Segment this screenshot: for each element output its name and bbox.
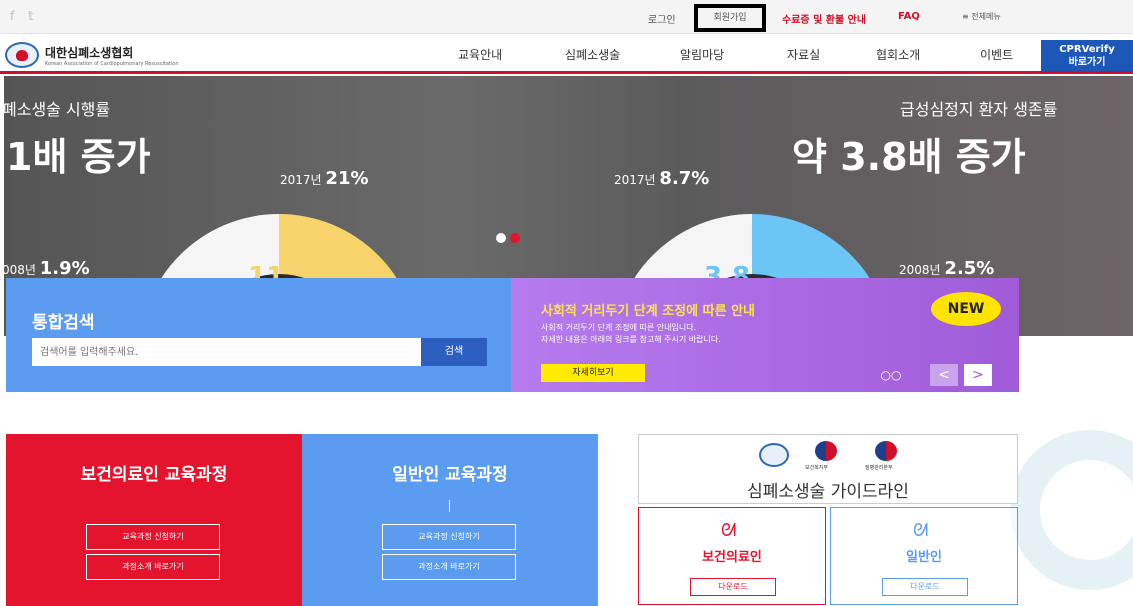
person-icon: ᘛ xyxy=(913,520,929,541)
notice-more-button[interactable]: 자세히보기 xyxy=(541,364,645,382)
logo-english: Korean Association of Cardiopulmonary Re… xyxy=(45,60,179,67)
twitter-icon[interactable]: 𝕥 xyxy=(28,9,34,23)
pro-course-card: 보건의료인 교육과정 교육과정 신청하기 과정소개 바로가기 xyxy=(6,434,302,606)
taeguk-icon xyxy=(815,441,837,461)
notice-dots[interactable]: ○○ xyxy=(877,364,905,386)
notice-line-1: 사회적 거리두기 단계 조정에 따른 안내입니다. xyxy=(541,323,697,332)
general-intro-button[interactable]: 과정소개 바로가기 xyxy=(382,554,516,580)
hero-right-big: 약 3.8배 증가 xyxy=(792,135,1026,179)
hero-left-2008: 008년 1.9% xyxy=(4,258,90,279)
kcdc-label: 질병관리본부 xyxy=(865,465,893,471)
medical-person-icon: ᘛ xyxy=(721,520,737,541)
ministry-label: 보건복지부 xyxy=(805,465,829,471)
next-arrow-icon[interactable]: > xyxy=(964,364,992,386)
hero-right-2017: 2017년 8.7% xyxy=(614,168,710,189)
logo-korean: 대한심폐소생협회 xyxy=(45,45,134,60)
cprverify-button[interactable]: CPRVerify 바로가기 xyxy=(1041,40,1133,71)
pro-guideline: ᘛ 보건의료인 다운로드 xyxy=(638,507,826,605)
cprverify-sublabel: 바로가기 xyxy=(1068,57,1106,68)
guideline-title: 심폐소생술 가이드라인 xyxy=(747,482,909,502)
general-course-card: 일반인 교육과정 교육과정 신청하기 과정소개 바로가기 xyxy=(302,434,598,606)
hero-right-2008: 2008년 2.5% xyxy=(899,258,995,279)
new-badge: NEW xyxy=(931,292,1001,326)
nav-item-cpr[interactable]: 심폐소생술 xyxy=(565,46,620,63)
top-utility-bar: f 𝕥 로그인 회원가입 수료증 및 환불 안내 FAQ ≡ 전체메뉴 xyxy=(0,0,1133,34)
prev-arrow-icon[interactable]: < xyxy=(930,364,958,386)
taeguk-icon xyxy=(875,441,897,461)
pro-course-title: 보건의료인 교육과정 xyxy=(80,465,228,485)
divider xyxy=(449,500,450,512)
search-title: 통합검색 xyxy=(32,313,95,333)
pro-intro-button[interactable]: 과정소개 바로가기 xyxy=(86,554,220,580)
login-link[interactable]: 로그인 xyxy=(648,11,676,26)
general-download-button[interactable]: 다운로드 xyxy=(882,578,968,596)
nav-item-about[interactable]: 협회소개 xyxy=(876,46,920,63)
pro-guideline-label: 보건의료인 xyxy=(702,550,762,565)
pro-apply-button[interactable]: 교육과정 신청하기 xyxy=(86,524,220,550)
cprverify-label: CPRVerify xyxy=(1059,44,1115,55)
decorative-circle xyxy=(1010,430,1133,590)
hero-left-big: 1배 증가 xyxy=(6,135,151,179)
all-menu-link[interactable]: ≡ 전체메뉴 xyxy=(962,11,1001,22)
search-input[interactable] xyxy=(32,338,421,366)
faq-link[interactable]: FAQ xyxy=(898,11,920,22)
sns-links: f 𝕥 xyxy=(10,9,44,23)
notice-line-2: 자세한 내용은 아래의 링크를 참고해 주시기 바랍니다. xyxy=(541,335,721,344)
site-logo[interactable]: 대한심폐소생협회 Korean Association of Cardiopul… xyxy=(5,42,179,68)
general-guideline-label: 일반인 xyxy=(906,550,942,565)
hero-pagination[interactable] xyxy=(496,228,524,247)
notice-banner: 사회적 거리두기 단계 조정에 따른 안내 사회적 거리두기 단계 조정에 따른… xyxy=(511,278,1019,392)
hero-dot-1[interactable] xyxy=(496,233,506,243)
main-nav: 대한심폐소생협회 Korean Association of Cardiopul… xyxy=(0,34,1133,74)
nav-item-resources[interactable]: 자료실 xyxy=(787,46,820,63)
notice-title: 사회적 거리두기 단계 조정에 따른 안내 xyxy=(541,304,755,319)
general-guideline: ᘛ 일반인 다운로드 xyxy=(830,507,1018,605)
hero-left-2017: 2017년 21% xyxy=(280,168,369,189)
nav-item-event[interactable]: 이벤트 xyxy=(980,46,1013,63)
general-course-title: 일반인 교육과정 xyxy=(392,465,508,485)
facebook-icon[interactable]: f xyxy=(10,9,14,23)
certificate-link[interactable]: 수료증 및 환불 안내 xyxy=(782,11,866,26)
general-apply-button[interactable]: 교육과정 신청하기 xyxy=(382,524,516,550)
association-logo-icon xyxy=(759,443,789,467)
heart-logo-icon xyxy=(5,42,39,68)
search-button[interactable]: 검색 xyxy=(421,338,487,366)
hero-right-title: 급성심정지 환자 생존률 xyxy=(900,100,1058,119)
pro-download-button[interactable]: 다운로드 xyxy=(690,578,776,596)
integrated-search: 통합검색 검색 xyxy=(6,278,511,392)
guideline-box: 보건복지부 질병관리본부 심폐소생술 가이드라인 xyxy=(638,434,1018,504)
hero-dot-2[interactable] xyxy=(510,233,520,243)
join-link[interactable]: 회원가입 xyxy=(694,4,766,32)
hero-left-title: 폐소생술 시행률 xyxy=(4,100,111,119)
nav-item-notice[interactable]: 알림마당 xyxy=(680,46,724,63)
nav-item-education[interactable]: 교육안내 xyxy=(458,46,502,63)
